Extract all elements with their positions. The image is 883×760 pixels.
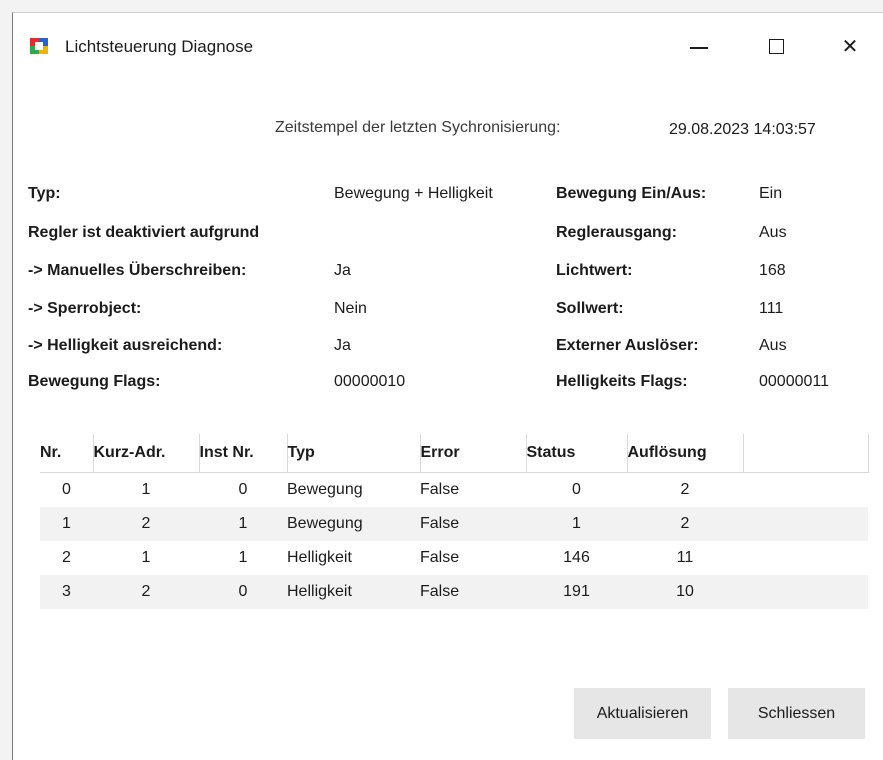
manual-override-value: Ja <box>334 262 351 279</box>
helligkeit-ausreichend-label: -> Helligkeit ausreichend: <box>28 337 223 354</box>
column-header-status[interactable]: Status <box>526 434 628 473</box>
cell-nr: 3 <box>40 574 93 609</box>
cell-filler <box>743 472 868 507</box>
minimize-icon <box>690 47 708 49</box>
cell-aufloesung: 2 <box>627 506 743 541</box>
cell-kurz-adr: 1 <box>93 472 199 507</box>
cell-status: 191 <box>526 574 627 609</box>
cell-error: False <box>420 472 526 507</box>
column-header-filler <box>743 434 869 473</box>
reglerausgang-label: Reglerausgang: <box>556 224 677 241</box>
cell-error: False <box>420 574 526 609</box>
lichtwert-label: Lichtwert: <box>556 262 633 279</box>
table-row[interactable]: 2 1 1 Helligkeit False 146 11 <box>40 540 868 575</box>
device-table[interactable]: Nr. Kurz-Adr. Inst Nr. Typ Error Status … <box>40 434 869 609</box>
cell-nr: 1 <box>40 506 93 541</box>
cell-typ: Bewegung <box>287 506 420 541</box>
lichtwert-value: 168 <box>759 262 786 279</box>
sperrobject-value: Nein <box>334 300 367 317</box>
bewegung-flags-label: Bewegung Flags: <box>28 373 161 390</box>
app-icon <box>30 38 48 54</box>
column-header-error[interactable]: Error <box>420 434 527 473</box>
cell-kurz-adr: 1 <box>93 540 199 575</box>
cell-aufloesung: 10 <box>627 574 743 609</box>
column-header-nr[interactable]: Nr. <box>40 434 94 473</box>
cell-nr: 0 <box>40 472 93 507</box>
cell-status: 146 <box>526 540 627 575</box>
cell-status: 1 <box>526 506 627 541</box>
typ-label: Typ: <box>28 185 61 202</box>
cell-typ: Helligkeit <box>287 574 420 609</box>
table-row[interactable]: 1 2 1 Bewegung False 1 2 <box>40 506 868 541</box>
externer-ausloeser-label: Externer Auslöser: <box>556 337 699 354</box>
cell-filler <box>743 574 868 609</box>
helligkeits-flags-label: Helligkeits Flags: <box>556 373 688 390</box>
cell-status: 0 <box>526 472 627 507</box>
cell-filler <box>743 540 868 575</box>
column-header-kurz-adr[interactable]: Kurz-Adr. <box>93 434 200 473</box>
sollwert-value: 111 <box>759 300 784 317</box>
maximize-icon <box>768 38 784 54</box>
sync-timestamp-label: Zeitstempel der letzten Sychronisierung: <box>275 119 561 136</box>
cell-filler <box>743 506 868 541</box>
cell-error: False <box>420 540 526 575</box>
sync-timestamp-value: 29.08.2023 14:03:57 <box>669 121 816 138</box>
cell-typ: Helligkeit <box>287 540 420 575</box>
bewegung-flags-value: 00000010 <box>334 373 406 390</box>
cell-error: False <box>420 506 526 541</box>
helligkeits-flags-value: 00000011 <box>759 373 829 390</box>
minimize-button[interactable] <box>677 29 721 63</box>
reglerausgang-value: Aus <box>759 224 787 241</box>
table-row[interactable]: 0 1 0 Bewegung False 0 2 <box>40 472 868 507</box>
schliessen-button[interactable]: Schliessen <box>728 688 865 739</box>
table-row[interactable]: 3 2 0 Helligkeit False 191 10 <box>40 574 868 609</box>
table-header-row: Nr. Kurz-Adr. Inst Nr. Typ Error Status … <box>40 434 869 473</box>
close-window-button[interactable]: ✕ <box>828 29 872 63</box>
cell-aufloesung: 11 <box>627 540 743 575</box>
close-icon: ✕ <box>841 35 859 58</box>
cell-inst-nr: 0 <box>199 574 287 609</box>
bewegung-ein-aus-value: Ein <box>759 185 783 202</box>
typ-value: Bewegung + Helligkeit <box>334 185 493 202</box>
bewegung-ein-aus-label: Bewegung Ein/Aus: <box>556 185 707 202</box>
title-bar[interactable]: Lichtsteuerung Diagnose ✕ <box>13 13 883 73</box>
cell-inst-nr: 1 <box>199 506 287 541</box>
cell-kurz-adr: 2 <box>93 574 199 609</box>
sperrobject-label: -> Sperrobject: <box>28 300 142 317</box>
helligkeit-ausreichend-value: Ja <box>334 337 351 354</box>
cell-typ: Bewegung <box>287 472 420 507</box>
cell-nr: 2 <box>40 540 93 575</box>
column-header-typ[interactable]: Typ <box>287 434 421 473</box>
maximize-button[interactable] <box>754 29 798 63</box>
regler-deaktiviert-label: Regler ist deaktiviert aufgrund <box>28 224 260 241</box>
manual-override-label: -> Manuelles Überschreiben: <box>28 262 247 279</box>
column-header-inst-nr[interactable]: Inst Nr. <box>199 434 288 473</box>
cell-inst-nr: 1 <box>199 540 287 575</box>
cell-aufloesung: 2 <box>627 472 743 507</box>
column-header-aufloesung[interactable]: Auflösung <box>627 434 744 473</box>
cell-inst-nr: 0 <box>199 472 287 507</box>
aktualisieren-button[interactable]: Aktualisieren <box>574 688 711 739</box>
sollwert-label: Sollwert: <box>556 300 624 317</box>
window-title: Lichtsteuerung Diagnose <box>65 37 254 56</box>
cell-kurz-adr: 2 <box>93 506 199 541</box>
diagnose-window: Lichtsteuerung Diagnose ✕ Zeitstempel de… <box>12 12 883 760</box>
externer-ausloeser-value: Aus <box>759 337 787 354</box>
